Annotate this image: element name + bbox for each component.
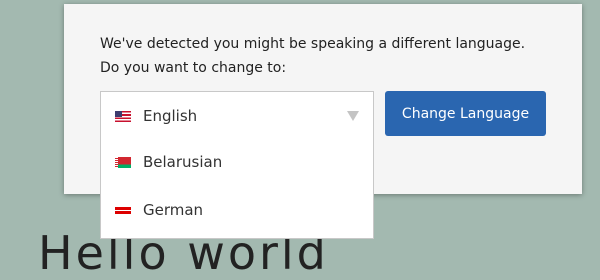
language-option-belarusian[interactable]: Belarusian [115, 150, 222, 174]
belarus-flag-icon [115, 156, 131, 168]
language-option-label: Belarusian [143, 153, 223, 171]
us-flag-icon [115, 110, 131, 122]
language-select-dropdown[interactable]: English Belarusian German [100, 91, 374, 239]
change-language-button[interactable]: Change Language [385, 91, 546, 136]
germany-flag-icon [115, 204, 131, 216]
language-prompt: We've detected you might be speaking a d… [100, 32, 570, 80]
language-option-label: English [143, 107, 198, 125]
caret-down-icon[interactable] [347, 111, 359, 121]
prompt-line-detected: We've detected you might be speaking a d… [100, 36, 526, 52]
prompt-line-question: Do you want to change to: [100, 60, 287, 76]
language-option-english[interactable]: English [115, 104, 197, 128]
language-option-german[interactable]: German [115, 198, 203, 222]
language-option-label: German [143, 201, 204, 219]
